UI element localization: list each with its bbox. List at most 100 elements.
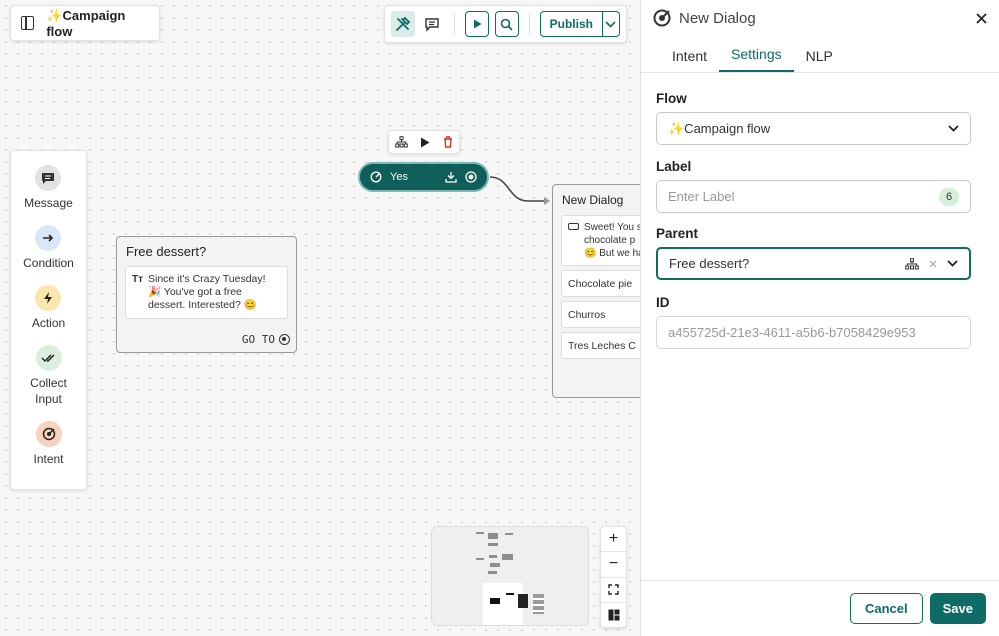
quick-reply-option[interactable]: Chocolate pie	[561, 270, 640, 297]
palette-item-message[interactable]: Message	[24, 165, 73, 211]
id-value: a455725d-21e3-4611-a5b6-b7058429e953	[668, 325, 916, 340]
id-field-label: ID	[656, 295, 670, 310]
cancel-button[interactable]: Cancel	[849, 593, 923, 624]
save-button[interactable]: Save	[929, 593, 986, 624]
zoom-in-button[interactable]: +	[601, 527, 626, 553]
flow-title: ✨Campaign flow	[46, 7, 126, 39]
intent-node-label: Yes	[390, 171, 408, 183]
palette-item-collect-input[interactable]: Collect Input	[24, 345, 74, 407]
comment-button[interactable]	[421, 11, 445, 37]
zoom-out-button[interactable]: −	[601, 552, 626, 578]
canvas-toolbar: Publish	[384, 5, 627, 43]
flow-select[interactable]: ✨Campaign flow	[656, 112, 971, 145]
block-palette: Message Condition Action Collect Input I…	[10, 150, 87, 490]
connector-dot-icon[interactable]	[465, 171, 477, 183]
arrow-right-icon	[35, 225, 62, 251]
dialog-node-new-dialog[interactable]: New Dialog Sweet! You s chocolate p 😊 Bu…	[552, 184, 640, 398]
tools-icon	[395, 16, 411, 31]
minimap-node	[490, 598, 500, 604]
toolbar-divider	[528, 13, 530, 35]
flow-canvas[interactable]: ✨Campaign flow Publish Message Condition…	[0, 0, 640, 636]
minimap-viewport[interactable]	[483, 583, 523, 625]
node-message: Sweet! You s chocolate p 😊 But we ha	[561, 215, 640, 266]
minus-icon: −	[608, 555, 619, 573]
tools-button[interactable]	[391, 11, 415, 37]
publish-button[interactable]: Publish	[541, 12, 603, 36]
tab-settings[interactable]: Settings	[719, 46, 794, 72]
panel-tabs: Intent Settings NLP	[641, 36, 999, 73]
hierarchy-icon	[905, 257, 919, 269]
fit-view-button[interactable]	[601, 578, 626, 603]
minimap-node	[518, 594, 528, 608]
target-icon	[35, 421, 62, 447]
chevron-down-icon	[605, 20, 617, 28]
dialog-node-free-dessert[interactable]: Free dessert? Tт Since it's Crazy Tuesda…	[116, 236, 297, 353]
run-button[interactable]	[465, 11, 489, 37]
hierarchy-icon[interactable]	[395, 136, 408, 148]
tab-nlp[interactable]: NLP	[794, 48, 845, 72]
id-input[interactable]: a455725d-21e3-4611-a5b6-b7058429e953	[656, 316, 971, 349]
play-icon[interactable]	[420, 137, 430, 148]
search-button[interactable]	[494, 11, 519, 37]
download-icon[interactable]	[445, 171, 457, 183]
node-message: Tт Since it's Crazy Tuesday! 🎉 You've go…	[125, 266, 288, 319]
minimap-node	[488, 543, 498, 546]
fit-view-icon	[608, 584, 619, 595]
sidebar-toggle-icon[interactable]	[21, 16, 35, 30]
minimap-node	[533, 594, 544, 614]
quick-reply-option[interactable]: Tres Leches C	[561, 332, 640, 359]
target-icon	[653, 9, 671, 27]
minimap[interactable]	[431, 526, 589, 626]
goto-handle[interactable]: GO TO	[242, 333, 290, 346]
plus-icon: +	[608, 530, 619, 548]
minimap-node	[506, 593, 514, 595]
goto-label: GO TO	[241, 333, 275, 346]
label-input[interactable]: Enter Label 6	[656, 180, 971, 213]
intent-node-yes[interactable]: Yes	[358, 162, 489, 192]
settings-form: Flow ✨Campaign flow Label Enter Label 6 …	[641, 91, 999, 349]
panel-header: New Dialog	[641, 0, 999, 36]
comment-icon	[425, 18, 440, 32]
tab-intent[interactable]: Intent	[660, 48, 719, 72]
double-check-icon	[35, 345, 62, 371]
text-icon: Tт	[132, 274, 144, 285]
lightning-icon	[35, 285, 62, 311]
palette-item-intent[interactable]: Intent	[33, 421, 64, 467]
label-field-label: Label	[656, 159, 692, 174]
palette-item-condition[interactable]: Condition	[23, 225, 74, 271]
label-count-badge: 6	[939, 187, 959, 206]
quick-reply-option[interactable]: Churros	[561, 301, 640, 328]
publish-split-button: Publish	[539, 11, 621, 37]
clear-icon[interactable]	[929, 260, 937, 268]
trash-icon[interactable]	[443, 136, 453, 148]
publish-options-button[interactable]	[603, 12, 619, 36]
palette-label: Intent	[33, 452, 64, 466]
edge-yes-to-new-dialog	[489, 176, 550, 205]
node-mini-toolbar	[388, 130, 460, 154]
minimap-node	[489, 555, 497, 558]
minimap-node	[505, 533, 513, 535]
chevron-down-icon[interactable]	[947, 260, 958, 267]
node-title: Free dessert?	[126, 244, 207, 259]
flow-select-value: ✨Campaign flow	[668, 120, 771, 136]
minimap-node	[488, 533, 498, 539]
palette-item-action[interactable]: Action	[32, 285, 65, 331]
minimap-node	[488, 571, 497, 574]
chevron-down-icon	[948, 125, 959, 132]
flow-title-card[interactable]: ✨Campaign flow	[10, 5, 160, 41]
close-button[interactable]	[976, 8, 987, 29]
toolbar-divider	[454, 13, 456, 35]
minimap-node	[502, 554, 513, 560]
node-message-line: Sweet! You s	[584, 222, 640, 233]
minimap-node	[490, 563, 500, 567]
parent-select-value: Free dessert?	[669, 256, 750, 271]
palette-label: Condition	[23, 256, 74, 270]
palette-label: Message	[24, 196, 73, 210]
flow-field-label: Flow	[656, 91, 687, 106]
layout-icon	[608, 609, 619, 621]
node-message-line: 😊 But we ha	[584, 248, 640, 259]
parent-select[interactable]: Free dessert?	[656, 247, 971, 280]
connector-dot-icon[interactable]	[279, 334, 290, 345]
layout-button[interactable]	[601, 603, 626, 627]
play-icon	[474, 19, 482, 29]
